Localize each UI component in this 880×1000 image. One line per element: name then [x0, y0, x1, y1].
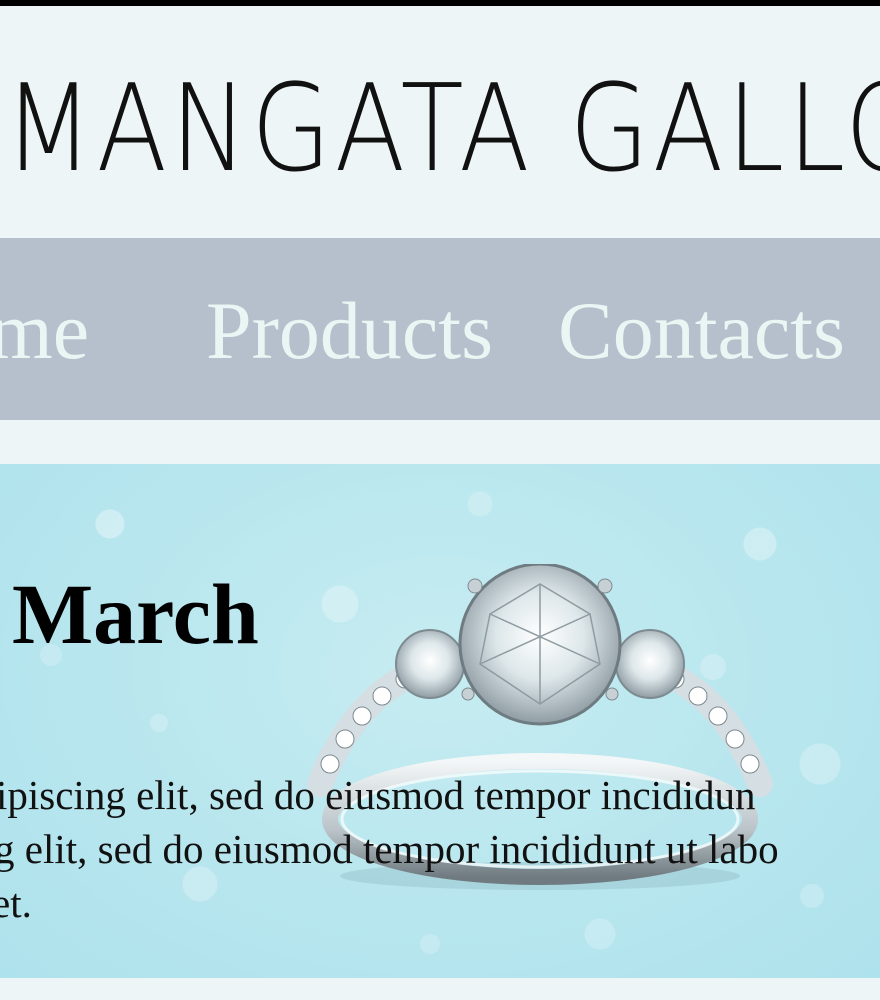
hero-banner: March ipiscing elit, sed do eiusmod temp… — [0, 464, 880, 978]
nav-item-products[interactable]: Products — [206, 286, 493, 376]
hero-text-line: ipiscing elit, sed do eiusmod tempor inc… — [0, 772, 756, 818]
site-logo[interactable]: MANGATA GALLO — [4, 60, 880, 200]
nav-item-home[interactable]: ome — [0, 286, 89, 376]
nav-item-contacts[interactable]: Contacts — [558, 286, 845, 376]
bokeh-dot — [150, 714, 168, 732]
hero-text-line: et. — [0, 880, 32, 926]
top-rule — [0, 0, 880, 6]
hero-text-line: g elit, sed do eiusmod tempor incididunt… — [0, 826, 779, 872]
page: MANGATA GALLO ome Products Contacts — [0, 0, 880, 1000]
bokeh-dot — [420, 934, 440, 954]
hero-title: March — [12, 566, 259, 662]
